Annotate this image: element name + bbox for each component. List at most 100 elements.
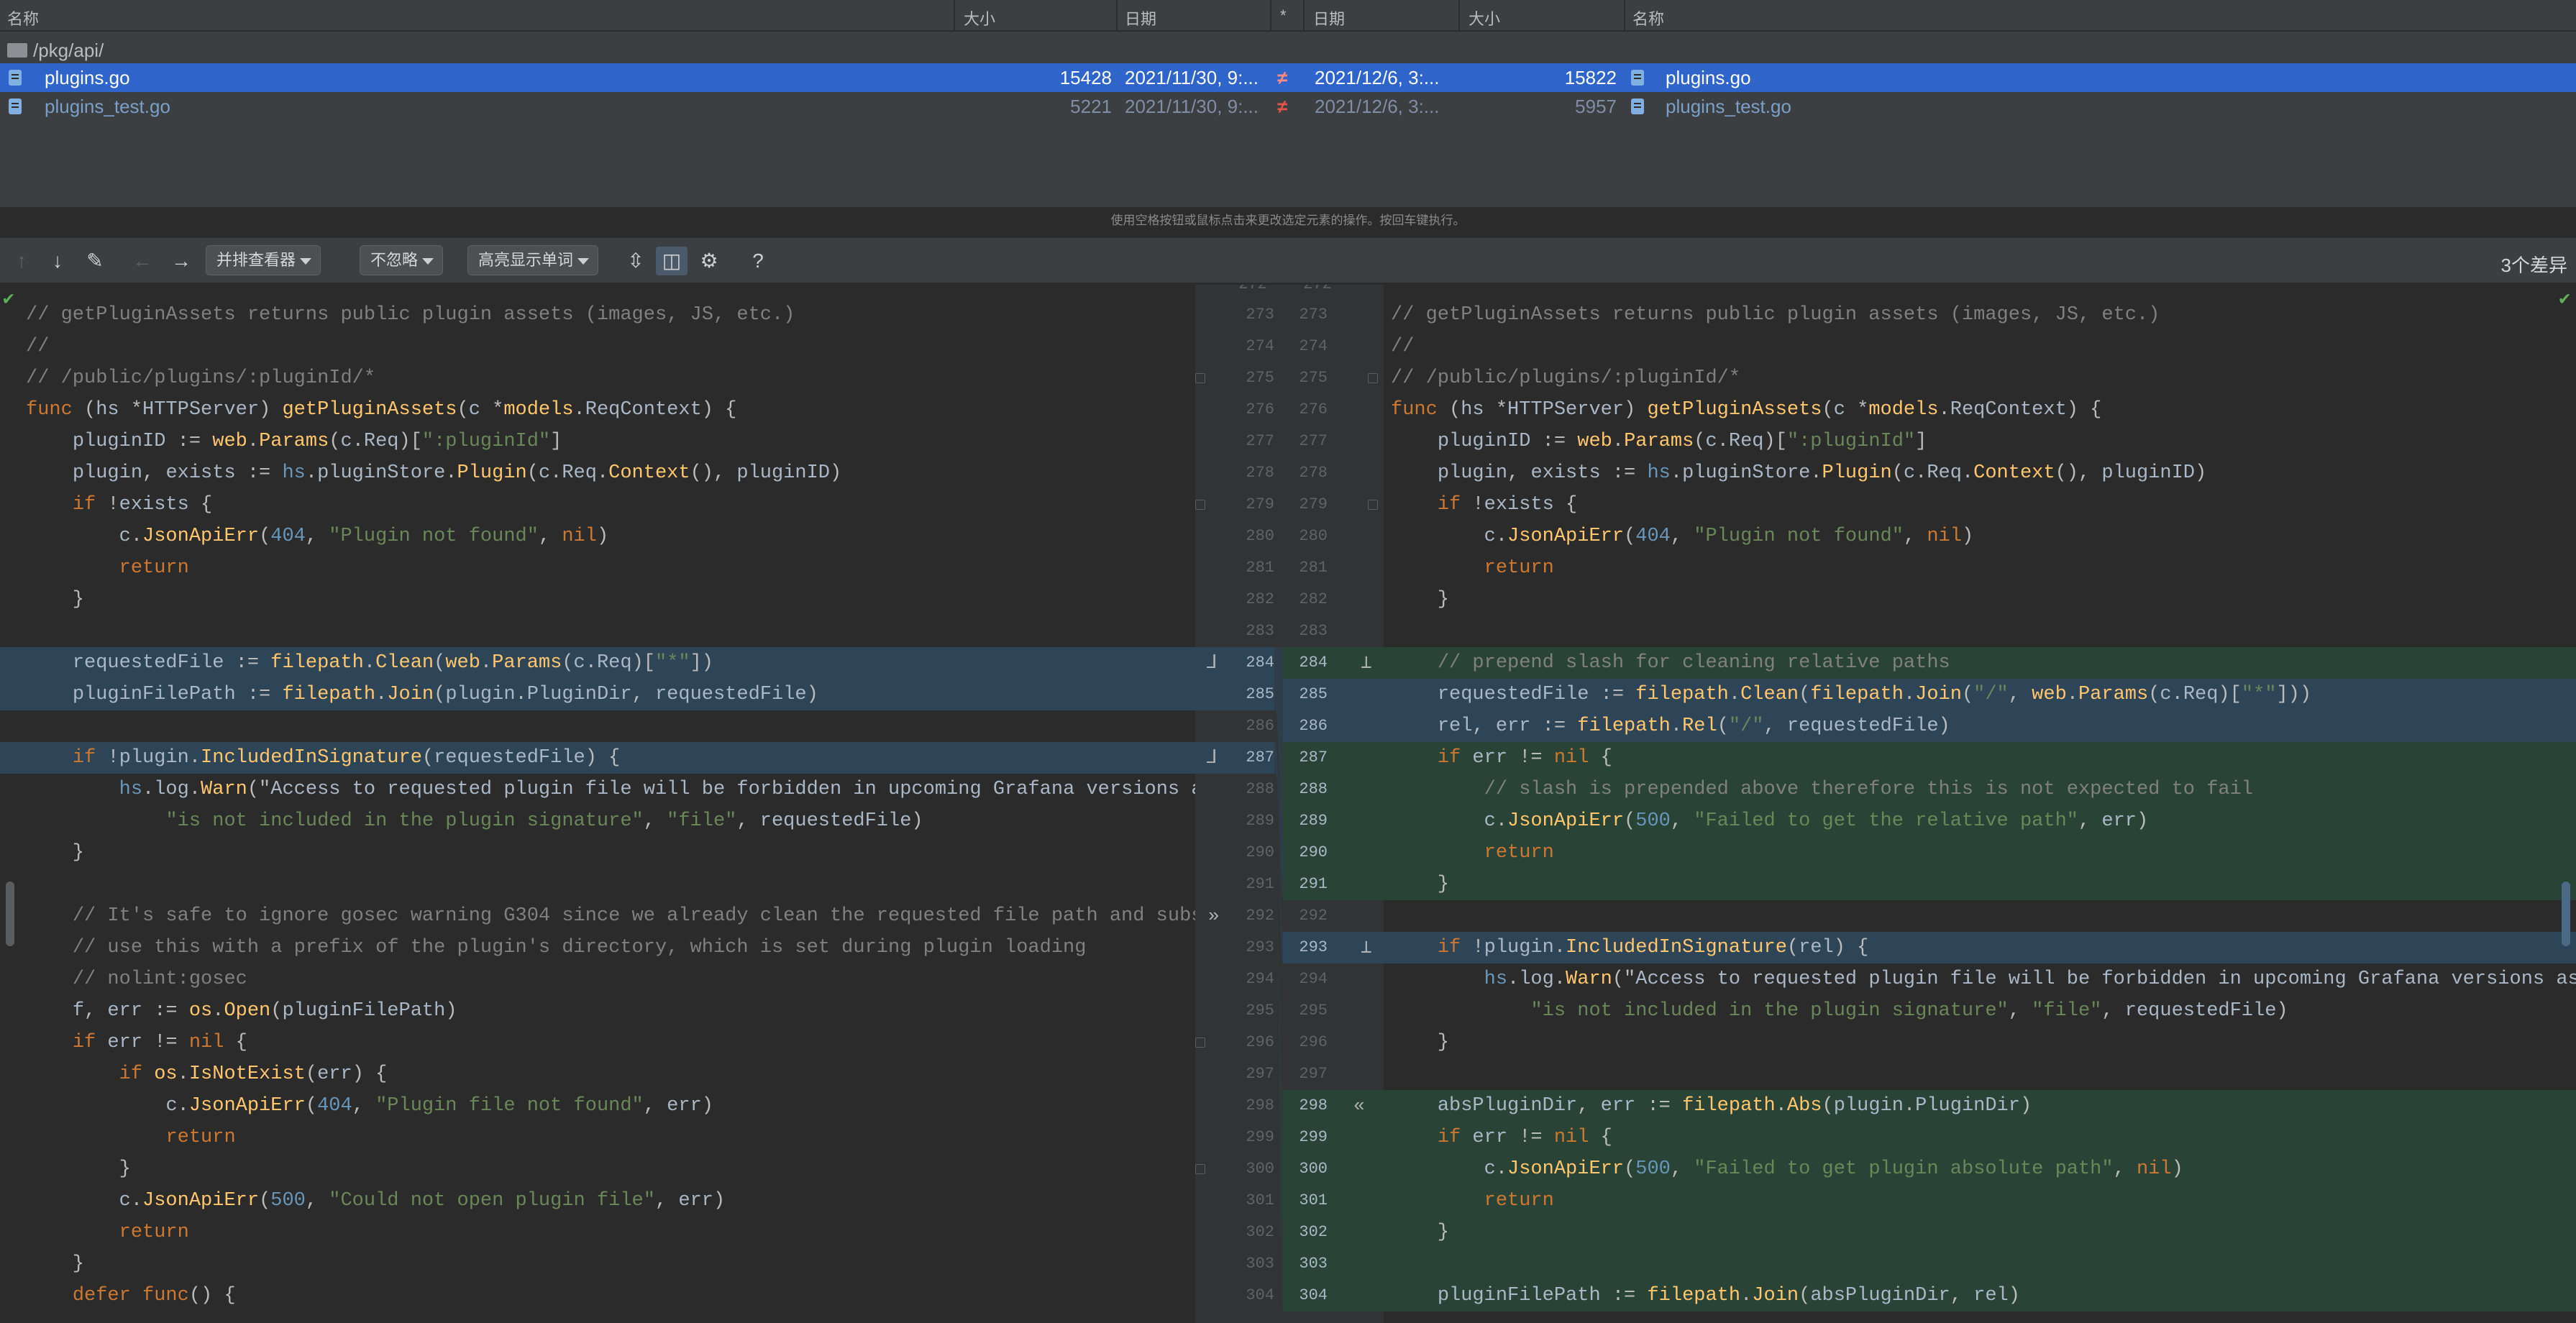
left-code-line[interactable]: f, err := os.Open(pluginFilePath)	[0, 995, 1195, 1027]
apply-left-icon[interactable]: «	[1353, 1090, 1365, 1122]
right-code-line[interactable]: if err != nil {	[1384, 742, 2576, 774]
header-right-size[interactable]: 大小	[1469, 6, 1500, 29]
right-code-line[interactable]	[1384, 1248, 2576, 1280]
side-by-side-icon[interactable]: ◫	[656, 247, 688, 275]
collapse-icon[interactable]: ⇳	[623, 247, 649, 275]
right-scrollbar[interactable]	[2562, 882, 2570, 946]
folder-row[interactable]: /pkg/api/	[0, 36, 2576, 65]
right-code-line[interactable]: }	[1384, 1217, 2576, 1248]
apply-change-icon[interactable]: ⅃	[1207, 647, 1218, 679]
gear-icon[interactable]: ⚙	[695, 247, 723, 275]
right-code-line[interactable]	[1384, 900, 2576, 932]
right-code-line[interactable]: if !plugin.IncludedInSignature(rel) {	[1384, 932, 2576, 963]
fold-marker[interactable]	[1195, 1164, 1205, 1174]
left-code-line[interactable]: // /public/plugins/:pluginId/*	[0, 362, 1195, 394]
left-code-line[interactable]: return	[0, 552, 1195, 584]
left-code-line[interactable]: "is not included in the plugin signature…	[0, 805, 1195, 837]
left-code-pane[interactable]: ✔ // getPluginAssets returns public plug…	[0, 285, 1195, 1323]
right-code-line[interactable]: }	[1384, 1027, 2576, 1058]
right-code-line[interactable]: absPluginDir, err := filepath.Abs(plugin…	[1384, 1090, 2576, 1122]
edit-icon[interactable]: ✎	[81, 247, 109, 275]
right-code-line[interactable]: // /public/plugins/:pluginId/*	[1384, 362, 2576, 394]
left-code-line[interactable]: // nolint:gosec	[0, 963, 1195, 995]
left-code-line[interactable]: }	[0, 837, 1195, 869]
left-code-line[interactable]	[0, 869, 1195, 900]
file-row-plugins-test-go[interactable]: plugins_test.go 5221 2021/11/30, 9:... ≠…	[0, 92, 2576, 121]
left-code-line[interactable]: requestedFile := filepath.Clean(web.Para…	[0, 647, 1195, 679]
right-code-line[interactable]: if !exists {	[1384, 489, 2576, 521]
left-code-line[interactable]: if !plugin.IncludedInSignature(requested…	[0, 742, 1195, 774]
left-code-line[interactable]: pluginFilePath := filepath.Join(plugin.P…	[0, 679, 1195, 710]
arrow-down-icon[interactable]: ↓	[45, 247, 70, 275]
arrow-up-icon[interactable]: ↑	[9, 247, 35, 275]
left-code-line[interactable]: hs.log.Warn("Access to requested plugin …	[0, 774, 1195, 805]
left-code-line[interactable]: }	[0, 1248, 1195, 1280]
left-code-line[interactable]	[0, 710, 1195, 742]
right-code-line[interactable]: plugin, exists := hs.pluginStore.Plugin(…	[1384, 457, 2576, 489]
header-left-date[interactable]: 日期	[1125, 6, 1156, 29]
help-icon[interactable]: ?	[745, 247, 771, 275]
left-code-line[interactable]: return	[0, 1122, 1195, 1153]
left-code-line[interactable]: func (hs *HTTPServer) getPluginAssets(c …	[0, 394, 1195, 426]
apply-change-icon[interactable]: ⅃	[1207, 742, 1218, 774]
right-code-line[interactable]: c.JsonApiErr(404, "Plugin not found", ni…	[1384, 521, 2576, 552]
right-code-line[interactable]: if err != nil {	[1384, 1122, 2576, 1153]
right-code-line[interactable]: requestedFile := filepath.Clean(filepath…	[1384, 679, 2576, 710]
right-code-line[interactable]: }	[1384, 869, 2576, 900]
left-code-line[interactable]: pluginID := web.Params(c.Req)[":pluginId…	[0, 426, 1195, 457]
left-code-line[interactable]: }	[0, 584, 1195, 615]
left-code-line[interactable]: return	[0, 1217, 1195, 1248]
left-scrollbar[interactable]	[6, 882, 14, 946]
file-row-plugins-go[interactable]: plugins.go 15428 2021/11/30, 9:... ≠ 202…	[0, 63, 2576, 92]
left-code-line[interactable]: defer func() {	[0, 1280, 1195, 1311]
apply-right-icon[interactable]: »	[1208, 900, 1220, 932]
left-code-line[interactable]: c.JsonApiErr(404, "Plugin file not found…	[0, 1090, 1195, 1122]
fold-marker[interactable]	[1368, 373, 1378, 383]
left-code-line[interactable]: if err != nil {	[0, 1027, 1195, 1058]
left-code-line[interactable]: // It's safe to ignore gosec warning G30…	[0, 900, 1195, 932]
arrow-right-icon[interactable]: →	[167, 247, 196, 275]
right-code-line[interactable]: // slash is prepended above therefore th…	[1384, 774, 2576, 805]
right-code-line[interactable]: c.JsonApiErr(500, "Failed to get the rel…	[1384, 805, 2576, 837]
viewer-mode-select[interactable]: 并排查看器	[206, 245, 321, 275]
header-left-name[interactable]: 名称	[7, 6, 39, 29]
right-code-line[interactable]	[1384, 615, 2576, 647]
ignore-whitespace-select[interactable]: 不忽略	[360, 245, 444, 275]
highlight-words-select[interactable]: 高亮显示单词	[467, 245, 599, 275]
right-code-line[interactable]	[1384, 1058, 2576, 1090]
right-code-pane[interactable]: ✔ // getPluginAssets returns public plug…	[1384, 285, 2576, 1323]
left-code-line[interactable]: }	[0, 1153, 1195, 1185]
left-code-line[interactable]: //	[0, 331, 1195, 362]
right-code-line[interactable]: rel, err := filepath.Rel("/", requestedF…	[1384, 710, 2576, 742]
header-right-date[interactable]: 日期	[1313, 6, 1345, 29]
right-code-line[interactable]: "is not included in the plugin signature…	[1384, 995, 2576, 1027]
apply-change-icon[interactable]: ⊥	[1361, 647, 1372, 679]
left-code-line[interactable]: // use this with a prefix of the plugin'…	[0, 932, 1195, 963]
header-left-size[interactable]: 大小	[964, 6, 995, 29]
fold-marker[interactable]	[1195, 500, 1205, 510]
right-code-line[interactable]: hs.log.Warn("Access to requested plugin …	[1384, 963, 2576, 995]
left-code-line[interactable]: c.JsonApiErr(500, "Could not open plugin…	[0, 1185, 1195, 1217]
right-code-line[interactable]: return	[1384, 1185, 2576, 1217]
right-code-line[interactable]: }	[1384, 584, 2576, 615]
left-code-line[interactable]	[0, 615, 1195, 647]
right-code-line[interactable]: c.JsonApiErr(500, "Failed to get plugin …	[1384, 1153, 2576, 1185]
left-code-line[interactable]: if os.IsNotExist(err) {	[0, 1058, 1195, 1090]
right-code-line[interactable]: pluginFilePath := filepath.Join(absPlugi…	[1384, 1280, 2576, 1311]
header-star[interactable]: *	[1280, 6, 1287, 25]
arrow-left-icon[interactable]: ←	[129, 247, 155, 275]
left-code-line[interactable]: plugin, exists := hs.pluginStore.Plugin(…	[0, 457, 1195, 489]
right-code-line[interactable]: return	[1384, 552, 2576, 584]
left-code-line[interactable]: if !exists {	[0, 489, 1195, 521]
fold-marker[interactable]	[1368, 500, 1378, 510]
right-code-line[interactable]: // getPluginAssets returns public plugin…	[1384, 299, 2576, 331]
apply-change-icon[interactable]: ⊥	[1361, 932, 1372, 963]
left-code-line[interactable]: c.JsonApiErr(404, "Plugin not found", ni…	[0, 521, 1195, 552]
right-code-line[interactable]: //	[1384, 331, 2576, 362]
fold-marker[interactable]	[1195, 373, 1205, 383]
right-code-line[interactable]: return	[1384, 837, 2576, 869]
left-code-line[interactable]: // getPluginAssets returns public plugin…	[0, 299, 1195, 331]
right-code-line[interactable]: func (hs *HTTPServer) getPluginAssets(c …	[1384, 394, 2576, 426]
right-code-line[interactable]: pluginID := web.Params(c.Req)[":pluginId…	[1384, 426, 2576, 457]
right-code-line[interactable]: // prepend slash for cleaning relative p…	[1384, 647, 2576, 679]
